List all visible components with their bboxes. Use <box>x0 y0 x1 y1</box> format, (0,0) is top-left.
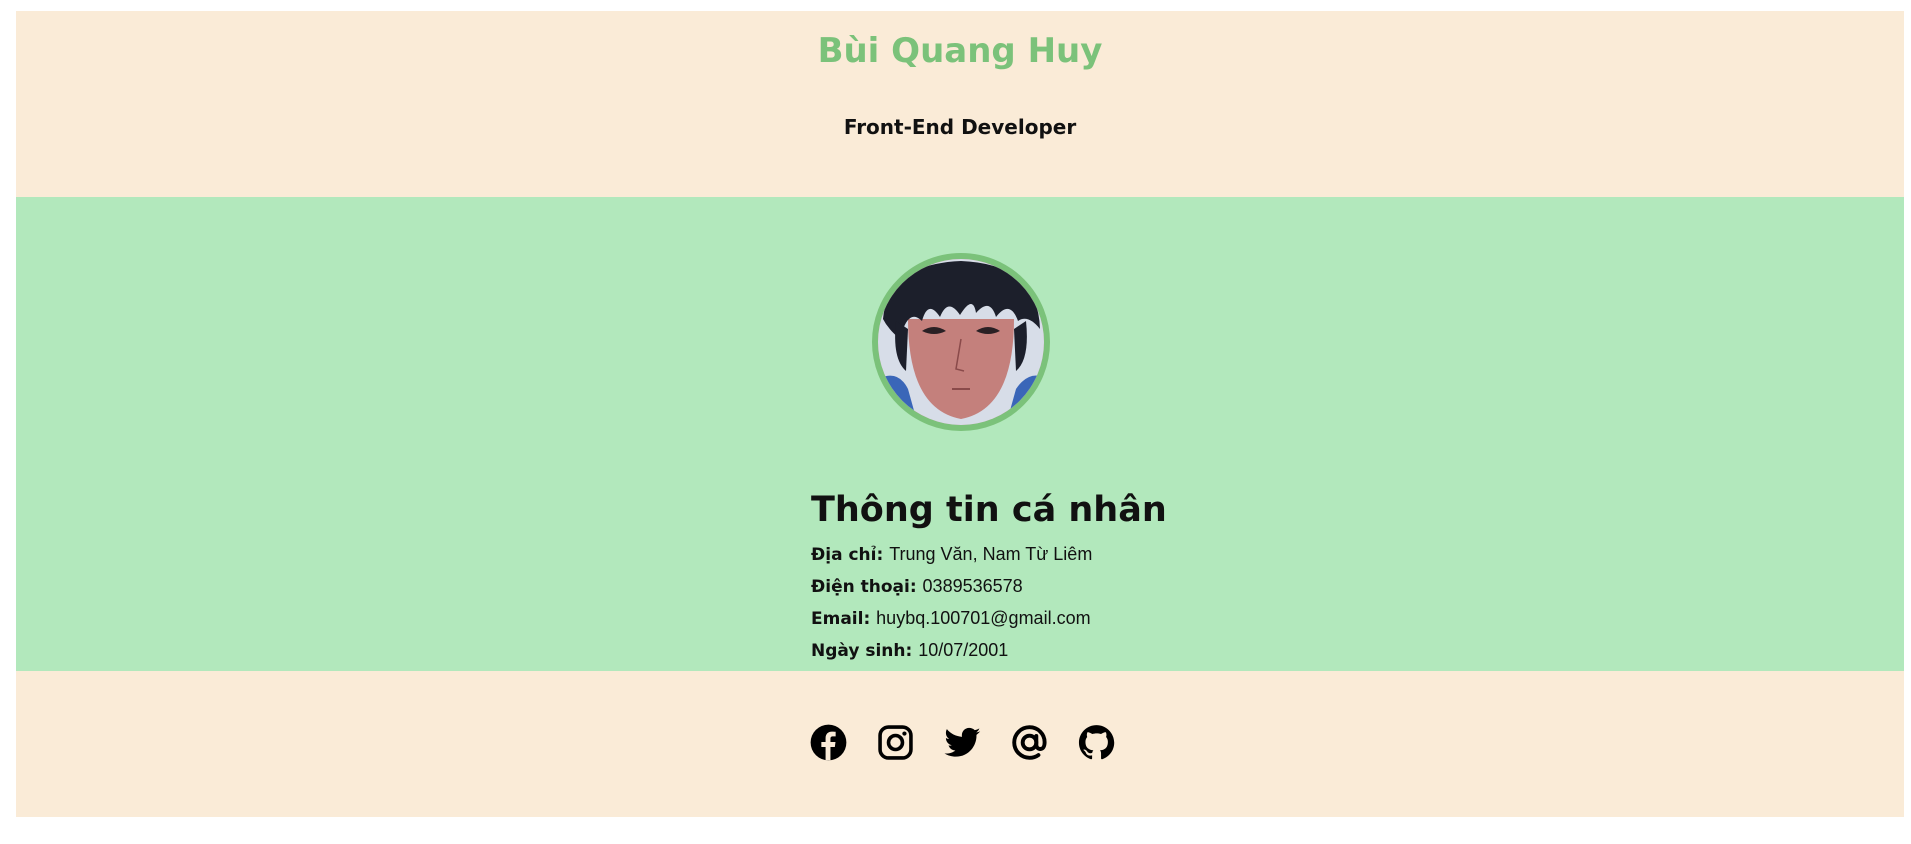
email-link[interactable] <box>1010 723 1049 762</box>
twitter-link[interactable] <box>943 723 982 762</box>
page: Bùi Quang Huy Front-End Developer Thông … <box>16 11 1904 817</box>
info-row-birthday: Ngày sinh: 10/07/2001 <box>811 635 1211 667</box>
info-value: 0389536578 <box>922 576 1023 596</box>
profile-section: Thông tin cá nhân Địa chỉ: Trung Văn, Na… <box>16 197 1904 671</box>
github-link[interactable] <box>1077 723 1116 762</box>
instagram-link[interactable] <box>876 723 915 762</box>
social-links <box>809 723 1116 762</box>
github-icon <box>1078 725 1115 760</box>
facebook-icon <box>810 724 847 761</box>
avatar-portrait-icon <box>878 259 1044 425</box>
section-title: Thông tin cá nhân <box>811 490 1167 530</box>
avatar <box>872 253 1050 431</box>
facebook-link[interactable] <box>809 723 848 762</box>
twitter-icon <box>944 727 981 757</box>
info-row-phone: Điện thoại: 0389536578 <box>811 571 1211 603</box>
info-label: Địa chỉ: <box>811 545 890 565</box>
instagram-icon <box>878 725 913 760</box>
at-sign-icon <box>1012 725 1047 760</box>
info-row-address: Địa chỉ: Trung Văn, Nam Từ Liêm <box>811 539 1211 571</box>
info-value: huybq.100701@gmail.com <box>876 608 1091 628</box>
info-value: Trung Văn, Nam Từ Liêm <box>889 544 1093 564</box>
page-header: Bùi Quang Huy Front-End Developer <box>16 11 1904 197</box>
job-title: Front-End Developer <box>843 115 1077 139</box>
page-footer <box>16 671 1904 817</box>
info-value: 10/07/2001 <box>918 640 1009 660</box>
info-row-email: Email: huybq.100701@gmail.com <box>811 603 1211 635</box>
info-label: Điện thoại: <box>811 577 923 597</box>
personal-info: Thông tin cá nhân Địa chỉ: Trung Văn, Na… <box>811 489 1211 667</box>
page-title: Bùi Quang Huy <box>817 31 1103 71</box>
info-label: Email: <box>811 609 877 629</box>
info-label: Ngày sinh: <box>811 641 919 661</box>
